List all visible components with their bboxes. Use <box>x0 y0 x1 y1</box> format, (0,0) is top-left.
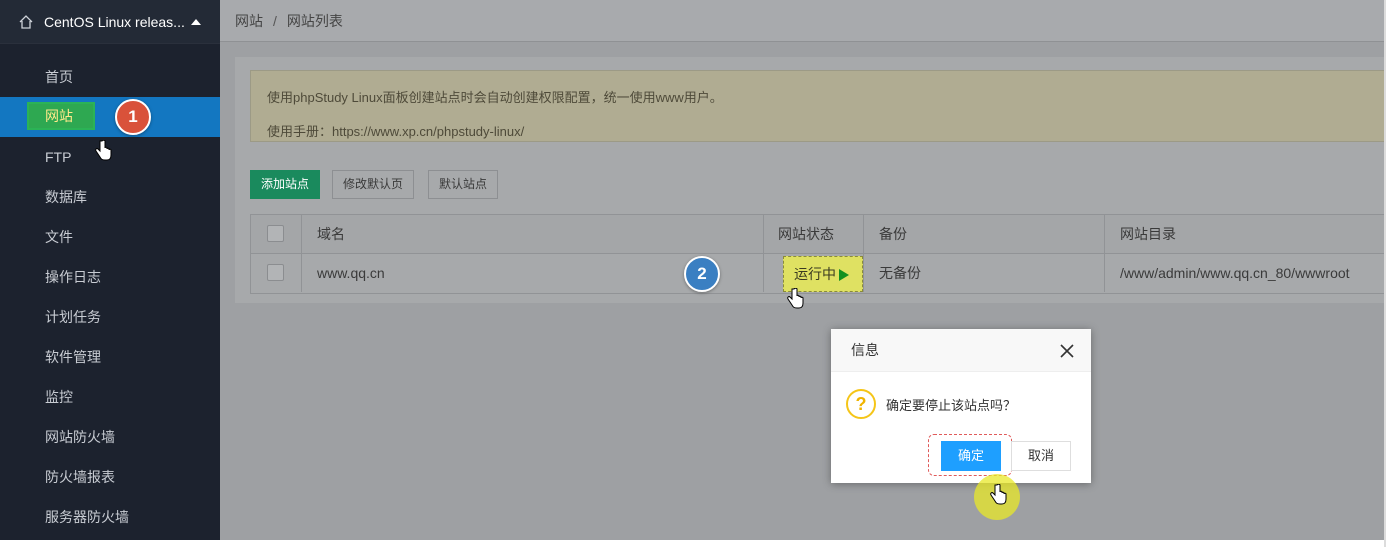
breadcrumb-separator: / <box>273 12 277 29</box>
cancel-button[interactable]: 取消 <box>1011 441 1071 471</box>
home-icon <box>19 14 33 29</box>
dialog-title: 信息 <box>831 329 1091 372</box>
row-domain[interactable]: www.qq.cn <box>317 254 385 292</box>
breadcrumb-current: 网站列表 <box>286 12 343 29</box>
notice-line-1: 使用phpStudy Linux面板创建站点时会自动创建权限配置，统一使用www… <box>267 90 723 105</box>
sidebar-item-software[interactable]: 软件管理 <box>0 337 220 377</box>
step-badge-1: 1 <box>115 99 151 135</box>
sidebar-item-website[interactable]: 网站 <box>0 97 220 137</box>
sidebar-item-label: 计划任务 <box>45 309 101 325</box>
hand-cursor-icon <box>787 288 804 309</box>
notice-line-2: 使用手册：https://www.xp.cn/phpstudy-linux/ <box>267 124 525 139</box>
sidebar-item-server-firewall[interactable]: 服务器防火墙 <box>0 497 220 537</box>
sidebar-menu: 首页 网站 FTP 数据库 文件 操作日志 计划任务 软件管理 监控 网站防火墙… <box>0 57 220 537</box>
sidebar-item-database[interactable]: 数据库 <box>0 177 220 217</box>
main-content: 网站 / 网站列表 使用phpStudy Linux面板创建站点时会自动创建权限… <box>220 0 1386 540</box>
sidebar-item-label: 软件管理 <box>45 349 101 365</box>
step-badge-2: 2 <box>684 256 720 292</box>
header-domain[interactable]: 域名 <box>317 215 345 253</box>
sidebar-item-firewall-report[interactable]: 防火墙报表 <box>0 457 220 497</box>
question-icon: ? <box>846 389 876 419</box>
sidebar-item-label: 服务器防火墙 <box>45 509 129 525</box>
bottom-edge <box>0 540 1386 547</box>
server-name: CentOS Linux releas... <box>44 13 185 30</box>
sidebar-item-label: 操作日志 <box>45 269 101 285</box>
site-panel: 使用phpStudy Linux面板创建站点时会自动创建权限配置，统一使用www… <box>235 57 1386 303</box>
table-header: 域名 网站状态 备份 网站目录 <box>250 214 1386 254</box>
sidebar-item-label: 首页 <box>45 69 73 85</box>
sidebar-item-files[interactable]: 文件 <box>0 217 220 257</box>
breadcrumb-root[interactable]: 网站 <box>235 11 263 31</box>
confirm-dialog: 信息 ? 确定要停止该站点吗？ 确定 取消 <box>831 329 1091 483</box>
sidebar-item-label: FTP <box>45 149 72 165</box>
sidebar-item-monitor[interactable]: 监控 <box>0 377 220 417</box>
server-selector[interactable]: CentOS Linux releas... <box>0 0 220 44</box>
hand-cursor-icon <box>95 140 112 161</box>
sidebar: CentOS Linux releas... 首页 网站 FTP 数据库 文件 … <box>0 0 220 540</box>
dialog-body: ? 确定要停止该站点吗？ <box>846 389 1016 419</box>
row-backup[interactable]: 无备份 <box>879 254 921 292</box>
sidebar-item-label: 监控 <box>45 389 73 405</box>
confirm-button[interactable]: 确定 <box>941 441 1001 471</box>
sidebar-item-home[interactable]: 首页 <box>0 57 220 97</box>
sidebar-item-label: 防火墙报表 <box>45 469 115 485</box>
header-status[interactable]: 网站状态 <box>778 215 834 253</box>
caret-up-icon <box>190 18 201 25</box>
row-dir[interactable]: /www/admin/www.qq.cn_80/wwwroot <box>1120 254 1350 292</box>
header-dir[interactable]: 网站目录 <box>1120 215 1176 253</box>
sidebar-item-label: 网站防火墙 <box>45 429 115 445</box>
sidebar-item-label: 文件 <box>45 229 73 245</box>
site-status-toggle[interactable]: 运行中 <box>783 256 863 292</box>
header-backup[interactable]: 备份 <box>879 215 907 253</box>
play-icon <box>839 269 849 282</box>
edit-default-page-button[interactable]: 修改默认页 <box>332 170 415 199</box>
add-site-button[interactable]: 添加站点 <box>250 170 321 199</box>
select-all-checkbox[interactable] <box>267 225 284 242</box>
hand-cursor-icon <box>990 484 1007 505</box>
status-label: 运行中 <box>794 266 836 282</box>
close-icon[interactable] <box>1060 344 1074 358</box>
sidebar-item-label: 网站 <box>27 102 95 130</box>
table-row: www.qq.cn 运行中 无备份 /www/admin/www.qq.cn_8… <box>250 254 1386 294</box>
site-table: 域名 网站状态 备份 网站目录 www.qq.cn 运行中 无备份 /www/a… <box>250 214 1386 294</box>
sidebar-item-cron[interactable]: 计划任务 <box>0 297 220 337</box>
breadcrumb: 网站 / 网站列表 <box>220 0 1386 42</box>
dialog-message: 确定要停止该站点吗？ <box>886 397 1017 413</box>
sidebar-item-label: 数据库 <box>45 189 87 205</box>
default-site-button[interactable]: 默认站点 <box>428 170 499 199</box>
sidebar-item-logs[interactable]: 操作日志 <box>0 257 220 297</box>
sidebar-item-waf[interactable]: 网站防火墙 <box>0 417 220 457</box>
row-checkbox[interactable] <box>267 264 284 281</box>
notice-box: 使用phpStudy Linux面板创建站点时会自动创建权限配置，统一使用www… <box>250 70 1386 142</box>
